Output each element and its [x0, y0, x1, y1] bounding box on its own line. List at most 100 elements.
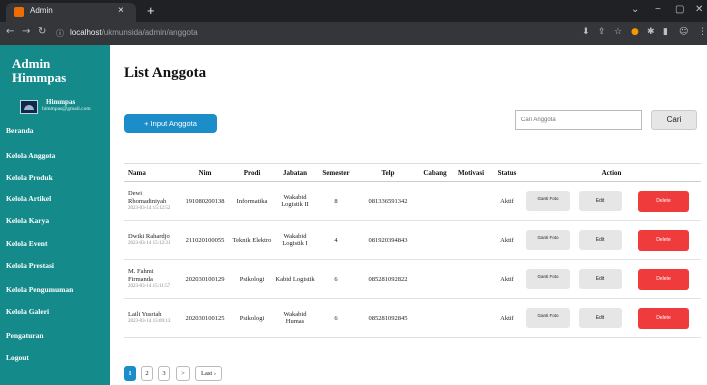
sidebar: Admin Himmpas Himmpas himmpas@gmail.com …: [0, 45, 110, 385]
ganti-foto-button[interactable]: Ganti Foto: [526, 191, 570, 211]
cell-jabatan: Kabid Logistik: [274, 259, 316, 299]
maximize-icon[interactable]: ▢: [675, 4, 684, 15]
member-name: Dewi Rhomadiniyah: [128, 190, 167, 205]
cell-cabang: [420, 259, 450, 299]
page-button-3[interactable]: 3: [158, 366, 170, 381]
puzzle-icon[interactable]: ✱: [647, 27, 655, 37]
sidebar-item-kelola-artikel[interactable]: Kelola Artikel: [6, 194, 51, 203]
sidebar-icon[interactable]: ▮: [663, 27, 668, 37]
info-icon[interactable]: ⓘ: [56, 28, 64, 39]
tab-search-icon[interactable]: ⌄: [631, 4, 639, 15]
avatar: [20, 100, 38, 114]
ganti-foto-button[interactable]: Ganti Foto: [526, 230, 570, 250]
sidebar-item-pengaturan[interactable]: Pengaturan: [6, 331, 44, 340]
header-cabang: Cabang: [420, 163, 450, 182]
member-date: 2023-03-14 15:12:31: [128, 241, 171, 247]
input-anggota-button[interactable]: + Input Anggota: [124, 114, 217, 133]
status-badge: Aktif: [492, 220, 522, 260]
cell-motivasi: [450, 220, 492, 260]
browser-tab[interactable]: Admin ×: [6, 3, 136, 22]
share-icon[interactable]: ⇪: [598, 27, 606, 37]
page-button-2[interactable]: 2: [141, 366, 153, 381]
cell-cabang: [420, 181, 450, 221]
profile-icon[interactable]: ☺: [679, 27, 688, 37]
cell-prodi: Informatika: [230, 181, 274, 221]
delete-button[interactable]: Delete: [638, 229, 689, 251]
sidebar-item-kelola-event[interactable]: Kelola Event: [6, 239, 47, 248]
cell-motivasi: [450, 259, 492, 299]
cell-delete: Delete: [626, 298, 701, 338]
header-nim: Nim: [180, 163, 230, 182]
new-tab-button[interactable]: +: [147, 3, 155, 18]
cell-telp: 085281092845: [356, 298, 420, 338]
reload-icon[interactable]: ↻: [38, 26, 46, 37]
sidebar-item-kelola-pengumuman[interactable]: Kelola Pengumuman: [6, 285, 73, 294]
anggota-table: Nama Nim Prodi Jabatan Semester Telp Cab…: [124, 163, 701, 338]
header-jabatan: Jabatan: [274, 163, 316, 182]
table-row: M. Fahmi Firmanda 2023-03-14 15:11:57 202…: [124, 259, 701, 299]
page-button-1[interactable]: 1: [124, 366, 136, 381]
back-icon[interactable]: ←: [6, 26, 14, 37]
cell-nim: 202030100125: [180, 298, 230, 338]
sidebar-item-kelola-karya[interactable]: Kelola Karya: [6, 216, 49, 225]
edit-button[interactable]: Edit: [578, 269, 622, 289]
header-action: Action: [522, 163, 701, 182]
cell-nama: Dwiki Rahardjo 2023-03-14 15:12:31: [124, 220, 180, 260]
last-page-button[interactable]: Last ›: [195, 366, 222, 381]
search-button[interactable]: Cari: [651, 110, 697, 130]
close-window-icon[interactable]: ✕: [695, 4, 703, 15]
page-title: List Anggota: [124, 65, 207, 81]
menu-icon[interactable]: ⋮: [698, 27, 707, 37]
cell-delete: Delete: [626, 220, 701, 260]
cell-telp: 081336591342: [356, 181, 420, 221]
sidebar-item-kelola-anggota[interactable]: Kelola Anggota: [6, 151, 55, 160]
cell-telp: 085281092822: [356, 259, 420, 299]
sidebar-item-beranda[interactable]: Beranda: [6, 126, 34, 135]
minimize-icon[interactable]: −: [655, 4, 661, 15]
status-badge: Aktif: [492, 259, 522, 299]
favicon-icon: [14, 7, 24, 17]
header-telp: Telp: [356, 163, 420, 182]
download-icon[interactable]: ⬇: [582, 27, 590, 37]
member-name: M. Fahmi Firmanda: [128, 268, 154, 283]
next-page-button[interactable]: >: [176, 366, 190, 381]
ganti-foto-button[interactable]: Ganti Foto: [526, 308, 570, 328]
search-input[interactable]: [515, 110, 642, 130]
tab-close-icon[interactable]: ×: [118, 5, 124, 16]
delete-button[interactable]: Delete: [638, 307, 689, 329]
member-name: Dwiki Rahardjo: [128, 232, 170, 240]
address-bar[interactable]: localhost/ukmunsida/admin/anggota: [70, 28, 198, 37]
edit-button[interactable]: Edit: [578, 308, 622, 328]
member-date: 2023-03-14 15:11:57: [128, 284, 171, 289]
user-email: himmpas@gmail.com: [42, 106, 91, 112]
delete-button[interactable]: Delete: [638, 268, 689, 290]
cell-jabatan: Wakabid Humas: [274, 298, 316, 338]
sidebar-brand: Admin Himmpas: [12, 56, 67, 85]
cell-nama: Laili Yusriah 2023-03-14 15:09:13: [124, 298, 180, 338]
cell-nama: M. Fahmi Firmanda 2023-03-14 15:11:57: [124, 259, 180, 299]
sidebar-item-kelola-produk[interactable]: Kelola Produk: [6, 173, 53, 182]
header-nama: Nama: [124, 163, 180, 182]
cell-ganti: Ganti Foto: [522, 298, 574, 338]
sidebar-item-kelola-galeri[interactable]: Kelola Galeri: [6, 307, 49, 316]
sidebar-item-logout[interactable]: Logout: [6, 353, 29, 362]
sidebar-item-kelola-prestasi[interactable]: Kelola Prestasi: [6, 261, 54, 270]
status-badge: Aktif: [492, 181, 522, 221]
forward-icon[interactable]: →: [22, 26, 30, 37]
edit-button[interactable]: Edit: [578, 230, 622, 250]
cell-nim: 191080200138: [180, 181, 230, 221]
ganti-foto-button[interactable]: Ganti Foto: [526, 269, 570, 289]
edit-button[interactable]: Edit: [578, 191, 622, 211]
cell-telp: 081920394843: [356, 220, 420, 260]
bookmark-star-icon[interactable]: ☆: [614, 27, 622, 37]
cell-semester: 4: [316, 220, 356, 260]
header-semester: Semester: [316, 163, 356, 182]
delete-button[interactable]: Delete: [638, 190, 689, 212]
cell-nim: 202030100129: [180, 259, 230, 299]
cell-nim: 211020100055: [180, 220, 230, 260]
extension-icon[interactable]: ●: [631, 27, 639, 37]
table-row: Laili Yusriah 2023-03-14 15:09:13 2020301…: [124, 298, 701, 338]
cell-edit: Edit: [574, 259, 626, 299]
status-badge: Aktif: [492, 298, 522, 338]
header-motivasi: Motivasi: [450, 163, 492, 182]
